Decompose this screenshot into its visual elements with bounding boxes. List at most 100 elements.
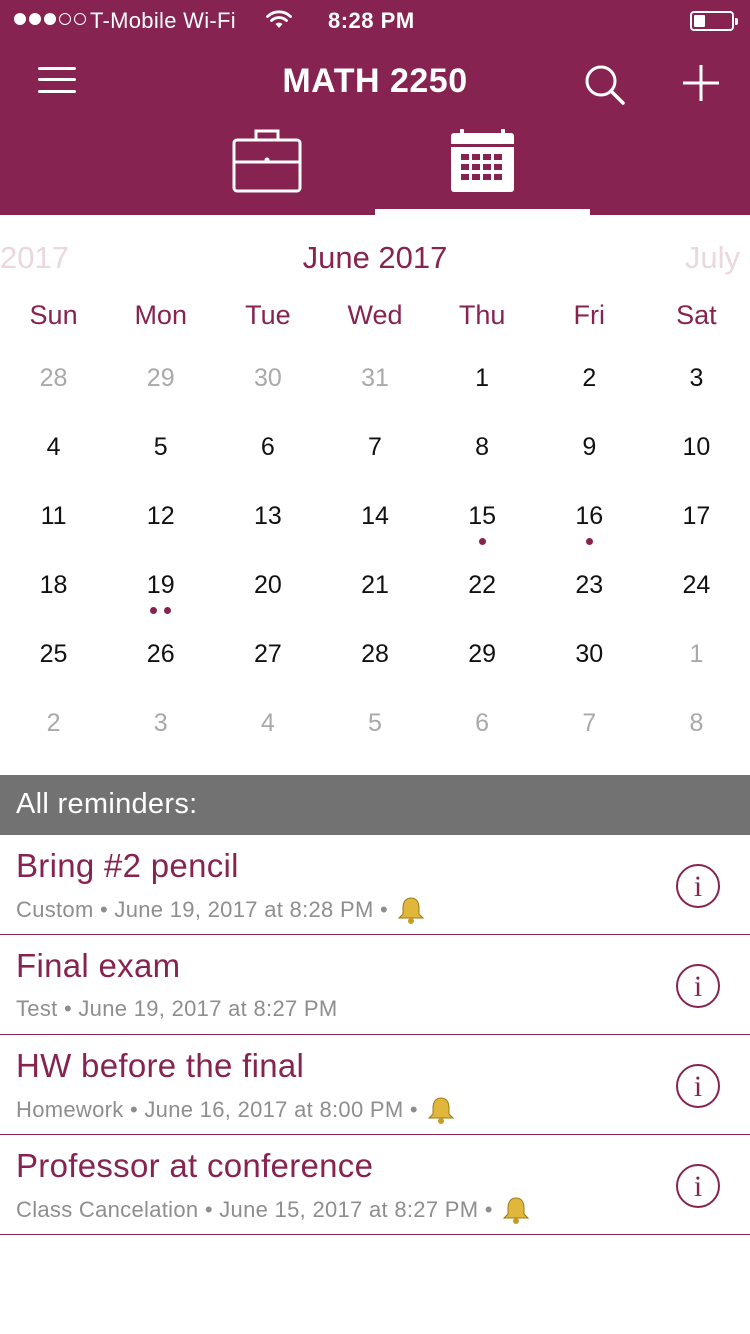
info-button[interactable]: i: [676, 1064, 720, 1108]
day-number: 21: [361, 571, 389, 599]
calendar-day[interactable]: 9: [536, 415, 643, 484]
search-icon[interactable]: [582, 62, 628, 108]
next-month-label[interactable]: July: [685, 240, 740, 276]
day-number: 1: [689, 640, 704, 668]
tab-calendar[interactable]: [375, 128, 590, 215]
reminder-title: Final exam: [16, 947, 181, 984]
info-button[interactable]: i: [676, 864, 720, 908]
reminder-title: HW before the final: [16, 1047, 305, 1084]
calendar-day[interactable]: 5: [321, 691, 428, 760]
calendar-day[interactable]: 7: [321, 415, 428, 484]
calendar-day[interactable]: 14: [321, 484, 428, 553]
reminder-details: Homework • June 16, 2017 at 8:00 PM •: [16, 1097, 418, 1122]
calendar-day[interactable]: 6: [429, 691, 536, 760]
calendar-week-row: 4 5 6 7 8 9 10: [0, 415, 750, 484]
calendar-day[interactable]: 28: [0, 346, 107, 415]
calendar-day[interactable]: 6: [214, 415, 321, 484]
calendar-day[interactable]: 29: [107, 346, 214, 415]
calendar-grid: 28 29 30 31 1 2 3 4 5 6 7 8 9 10 11 12 13 14 15 16 17 18 19 20 2…: [0, 346, 750, 760]
tab-briefcase[interactable]: [160, 128, 375, 215]
reminder-subtitle: Homework • June 16, 2017 at 8:00 PM •: [16, 1096, 456, 1124]
calendar-day[interactable]: 2: [536, 346, 643, 415]
event-dot: [585, 538, 593, 545]
calendar-day[interactable]: 28: [321, 622, 428, 691]
reminder-subtitle: Custom • June 19, 2017 at 8:28 PM •: [16, 896, 426, 924]
day-number: 1: [475, 364, 490, 392]
reminder-item[interactable]: Final exam Test • June 19, 2017 at 8:27 …: [0, 935, 750, 1035]
calendar-day[interactable]: 1: [643, 622, 750, 691]
calendar-day[interactable]: 10: [643, 415, 750, 484]
calendar-day[interactable]: 26: [107, 622, 214, 691]
bell-icon: [397, 897, 425, 924]
calendar-day[interactable]: 11: [0, 484, 107, 553]
calendar-day[interactable]: 4: [214, 691, 321, 760]
event-indicator: [429, 538, 536, 545]
calendar-day[interactable]: 23: [536, 553, 643, 622]
calendar-day[interactable]: 7: [536, 691, 643, 760]
info-button[interactable]: i: [676, 964, 720, 1008]
calendar-week-row: 25 26 27 28 29 30 1: [0, 622, 750, 691]
calendar-day[interactable]: 4: [0, 415, 107, 484]
day-number: 5: [153, 433, 168, 461]
day-number: 3: [153, 709, 168, 737]
day-number: 4: [46, 433, 61, 461]
calendar-day[interactable]: 8: [429, 415, 536, 484]
day-number: 2: [582, 364, 597, 392]
calendar-week-row: 11 12 13 14 15 16 17: [0, 484, 750, 553]
calendar-day[interactable]: 27: [214, 622, 321, 691]
current-month-label: June 2017: [302, 240, 448, 275]
calendar-day[interactable]: 1: [429, 346, 536, 415]
calendar-day[interactable]: 24: [643, 553, 750, 622]
event-indicator: [107, 607, 214, 614]
calendar-day[interactable]: 12: [107, 484, 214, 553]
weekday-label: Wed: [347, 300, 403, 330]
calendar-day[interactable]: 5: [107, 415, 214, 484]
reminder-item[interactable]: Professor at conference Class Cancelatio…: [0, 1135, 750, 1235]
day-number: 16: [575, 502, 604, 530]
calendar-day[interactable]: 2: [0, 691, 107, 760]
calendar-day[interactable]: 8: [643, 691, 750, 760]
calendar-day[interactable]: 18: [0, 553, 107, 622]
event-indicator: [536, 538, 643, 545]
calendar-week-row: 18 19 20 21 22 23 24: [0, 553, 750, 622]
day-number: 27: [253, 640, 282, 668]
calendar-day[interactable]: 29: [429, 622, 536, 691]
info-button[interactable]: i: [676, 1164, 720, 1208]
calendar-day[interactable]: 19: [107, 553, 214, 622]
day-number: 3: [689, 364, 704, 392]
event-dot: [164, 607, 172, 614]
calendar-day[interactable]: 30: [214, 346, 321, 415]
day-number: 7: [582, 709, 597, 737]
calendar-day[interactable]: 15: [429, 484, 536, 553]
calendar-day[interactable]: 17: [643, 484, 750, 553]
reminder-title: Bring #2 pencil: [16, 847, 239, 884]
weekday-label: Tue: [245, 300, 291, 330]
day-number: 8: [475, 433, 490, 461]
calendar-day[interactable]: 13: [214, 484, 321, 553]
calendar-day[interactable]: 3: [643, 346, 750, 415]
reminder-item[interactable]: Bring #2 pencil Custom • June 19, 2017 a…: [0, 835, 750, 935]
day-number: 26: [146, 640, 175, 668]
weekday-header: Sun Mon Tue Wed Thu Fri Sat: [0, 300, 750, 340]
calendar-day[interactable]: 22: [429, 553, 536, 622]
calendar-day[interactable]: 3: [107, 691, 214, 760]
calendar-day[interactable]: 25: [0, 622, 107, 691]
calendar-day[interactable]: 20: [214, 553, 321, 622]
battery-icon: [690, 11, 738, 31]
add-icon[interactable]: [680, 62, 722, 104]
day-number: 29: [468, 640, 497, 668]
calendar-week-row: 2 3 4 5 6 7 8: [0, 691, 750, 760]
reminder-item[interactable]: HW before the final Homework • June 16, …: [0, 1035, 750, 1135]
calendar-day[interactable]: 21: [321, 553, 428, 622]
day-number: 30: [575, 640, 604, 668]
event-dot: [150, 607, 158, 614]
day-number: 10: [682, 433, 711, 461]
weekday-label: Fri: [573, 300, 606, 330]
month-selector: 2017 June 2017 July: [0, 236, 750, 286]
reminder-subtitle: Class Cancelation • June 15, 2017 at 8:2…: [16, 1196, 531, 1224]
calendar-day[interactable]: 30: [536, 622, 643, 691]
calendar-day[interactable]: 31: [321, 346, 428, 415]
day-number: 28: [39, 364, 68, 392]
calendar-day[interactable]: 16: [536, 484, 643, 553]
day-number: 9: [582, 433, 597, 461]
